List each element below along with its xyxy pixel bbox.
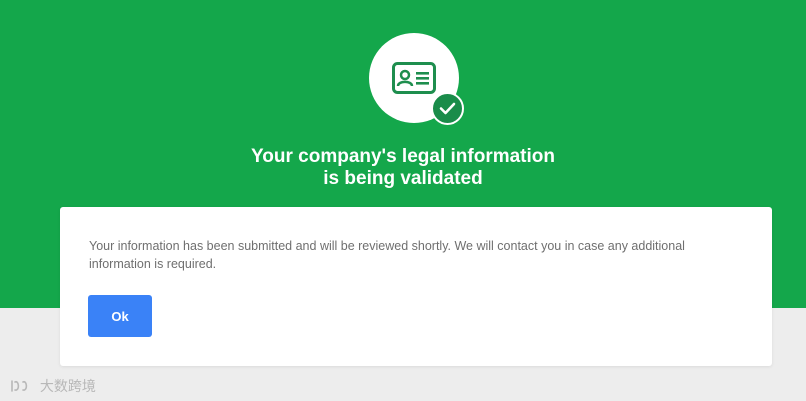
page-title-line-1: Your company's legal information (251, 146, 555, 167)
watermark-logo-icon (11, 380, 28, 393)
verified-check-badge (431, 92, 464, 125)
page-title: Your company's legal information is bein… (0, 146, 806, 190)
id-card-icon (392, 62, 436, 94)
watermark-text: 大数跨境 (39, 378, 96, 395)
page-title-line-2: is being validated (323, 168, 483, 189)
watermark: 大数跨境 (10, 375, 96, 395)
ok-button[interactable]: Ok (88, 295, 152, 337)
dialog-message: Your information has been submitted and … (89, 239, 685, 271)
validation-dialog: Your information has been submitted and … (60, 207, 772, 366)
checkmark-icon (439, 102, 456, 115)
